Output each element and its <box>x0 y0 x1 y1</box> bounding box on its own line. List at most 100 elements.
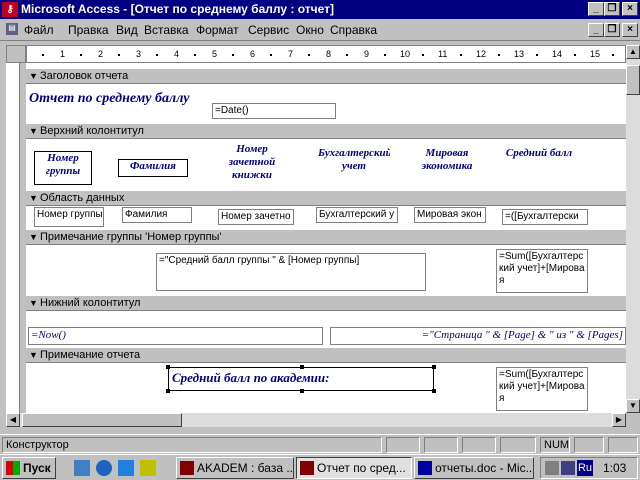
ie-icon[interactable] <box>96 460 112 476</box>
selection-handle[interactable] <box>300 389 304 393</box>
tray-app-icon[interactable] <box>545 461 559 475</box>
detail-field-group[interactable]: Номер группы <box>34 207 104 227</box>
doc-minimize-icon[interactable]: _ <box>588 23 604 37</box>
title-bar: ⚷ Microsoft Access - [Отчет по среднему … <box>0 0 640 19</box>
channels-icon[interactable] <box>140 460 156 476</box>
task-report[interactable]: Отчет по сред... <box>296 457 412 479</box>
ruler-mark: 14 <box>552 49 563 59</box>
band-arrow-icon: ▼ <box>29 350 38 360</box>
ruler-tick <box>498 54 500 56</box>
menu-format[interactable]: Формат <box>196 23 239 37</box>
menu-help[interactable]: Справка <box>330 23 377 37</box>
report-icon <box>300 461 314 475</box>
word-icon <box>418 461 432 475</box>
doc-restore-icon[interactable]: ❐ <box>604 23 620 37</box>
academy-avg-label[interactable]: Средний балл по академии: <box>168 367 434 391</box>
band-page-footer[interactable]: ▼ Нижний колонтитул <box>26 295 626 311</box>
status-panel <box>574 437 604 453</box>
header-label-record-book[interactable]: Номер зачетной книжки <box>218 143 286 191</box>
windows-logo-icon <box>6 461 20 475</box>
minimize-icon[interactable]: _ <box>588 2 604 16</box>
outlook-icon[interactable] <box>118 460 134 476</box>
selection-handle[interactable] <box>300 365 304 369</box>
band-detail[interactable]: ▼ Область данных <box>26 190 626 206</box>
header-label-economy[interactable]: Мировая экономика <box>410 147 484 177</box>
doc-close-icon[interactable]: × <box>622 23 638 37</box>
ruler-tick <box>42 54 44 56</box>
ruler-mark: 3 <box>136 49 142 59</box>
menu-insert[interactable]: Вставка <box>144 23 189 37</box>
ruler-tick <box>118 54 120 56</box>
header-label-accounting[interactable]: Бухгалтерский учет <box>318 147 390 177</box>
band-report-header[interactable]: ▼ Заголовок отчета <box>26 68 626 84</box>
menu-file[interactable]: Файл <box>24 23 54 37</box>
task-word[interactable]: отчеты.doc - Mic... <box>414 457 534 479</box>
vertical-scrollbar[interactable]: ▲ ▼ <box>626 45 640 413</box>
band-report-footer[interactable]: ▼ Примечание отчета <box>26 347 626 363</box>
academy-sum-field[interactable]: =Sum([Бухгалтерский учет]+[Мировая <box>496 367 588 411</box>
page-number-field[interactable]: ="Страница " & [Page] & " из " & [Pages] <box>330 327 626 345</box>
ruler-mark: 4 <box>174 49 180 59</box>
document-icon[interactable]: ▤ <box>6 23 18 35</box>
detail-field-accounting[interactable]: Бухгалтерский у <box>316 207 398 223</box>
detail-field-economy[interactable]: Мировая экон <box>414 207 486 223</box>
group-sum-field[interactable]: =Sum([Бухгалтерский учет]+[Мировая <box>496 249 588 293</box>
status-num: NUM <box>540 437 570 453</box>
band-page-header[interactable]: ▼ Верхний колонтитул <box>26 123 626 139</box>
header-label-surname[interactable]: Фамилия <box>118 159 188 177</box>
scroll-left-icon[interactable]: ◀ <box>6 413 20 427</box>
report-selector[interactable] <box>6 45 26 63</box>
report-design-canvas: ▼ Заголовок отчета Отчет по среднему бал… <box>26 63 626 413</box>
band-arrow-icon: ▼ <box>29 126 38 136</box>
vertical-ruler <box>6 63 20 413</box>
ruler-mark: 12 <box>476 49 487 59</box>
detail-field-surname[interactable]: Фамилия <box>122 207 192 223</box>
ruler-tick <box>346 54 348 56</box>
menu-tools[interactable]: Сервис <box>248 23 289 37</box>
status-mode: Конструктор <box>2 437 382 453</box>
band-arrow-icon: ▼ <box>29 232 38 242</box>
menu-view[interactable]: Вид <box>116 23 138 37</box>
ruler-mark: 9 <box>364 49 370 59</box>
selection-handle[interactable] <box>166 389 170 393</box>
task-akadem[interactable]: AKADEM : база ... <box>176 457 294 479</box>
start-button[interactable]: Пуск <box>2 457 56 479</box>
header-label-average[interactable]: Средний балл <box>498 147 580 165</box>
report-title-label[interactable]: Отчет по среднему баллу <box>29 92 214 110</box>
scroll-thumb[interactable] <box>626 65 640 95</box>
detail-field-average[interactable]: =([Бухгалтерски <box>502 209 588 225</box>
task-label: AKADEM : база ... <box>197 461 294 475</box>
horizontal-scrollbar[interactable]: ◀ ▶ <box>6 413 626 427</box>
ruler-mark: 7 <box>288 49 294 59</box>
ruler-mark: 5 <box>212 49 218 59</box>
scroll-down-icon[interactable]: ▼ <box>626 399 640 413</box>
menu-window[interactable]: Окно <box>296 23 324 37</box>
scroll-thumb[interactable] <box>22 413 182 427</box>
header-label-group[interactable]: Номер группы <box>34 151 92 185</box>
close-icon[interactable]: × <box>622 2 638 16</box>
date-field[interactable]: =Date() <box>212 103 336 119</box>
access-key-icon[interactable]: ⚷ <box>2 2 18 17</box>
scroll-right-icon[interactable]: ▶ <box>612 413 626 427</box>
band-group-footer[interactable]: ▼ Примечание группы 'Номер группы' <box>26 229 626 245</box>
tray-network-icon[interactable] <box>561 461 575 475</box>
ruler-mark: 6 <box>250 49 256 59</box>
now-field[interactable]: =Now() <box>28 327 323 345</box>
desktop-icon[interactable] <box>74 460 90 476</box>
selection-handle[interactable] <box>432 389 436 393</box>
menu-edit[interactable]: Правка <box>68 23 109 37</box>
detail-field-record-book[interactable]: Номер зачетно <box>218 209 294 225</box>
ruler-tick <box>80 54 82 56</box>
scroll-up-icon[interactable]: ▲ <box>626 45 640 59</box>
status-bar: Конструктор NUM <box>0 434 640 454</box>
status-panel <box>500 437 536 453</box>
restore-icon[interactable]: ❐ <box>604 2 620 16</box>
selection-handle[interactable] <box>166 365 170 369</box>
group-avg-text-field[interactable]: ="Средний балл группы " & [Номер группы] <box>156 253 426 291</box>
ruler-mark: 15 <box>590 49 601 59</box>
language-indicator[interactable]: Ru <box>577 460 593 476</box>
selection-handle[interactable] <box>432 365 436 369</box>
system-tray: Ru 1:03 <box>540 457 638 479</box>
band-label: Примечание группы 'Номер группы' <box>40 231 222 243</box>
status-panel <box>424 437 458 453</box>
